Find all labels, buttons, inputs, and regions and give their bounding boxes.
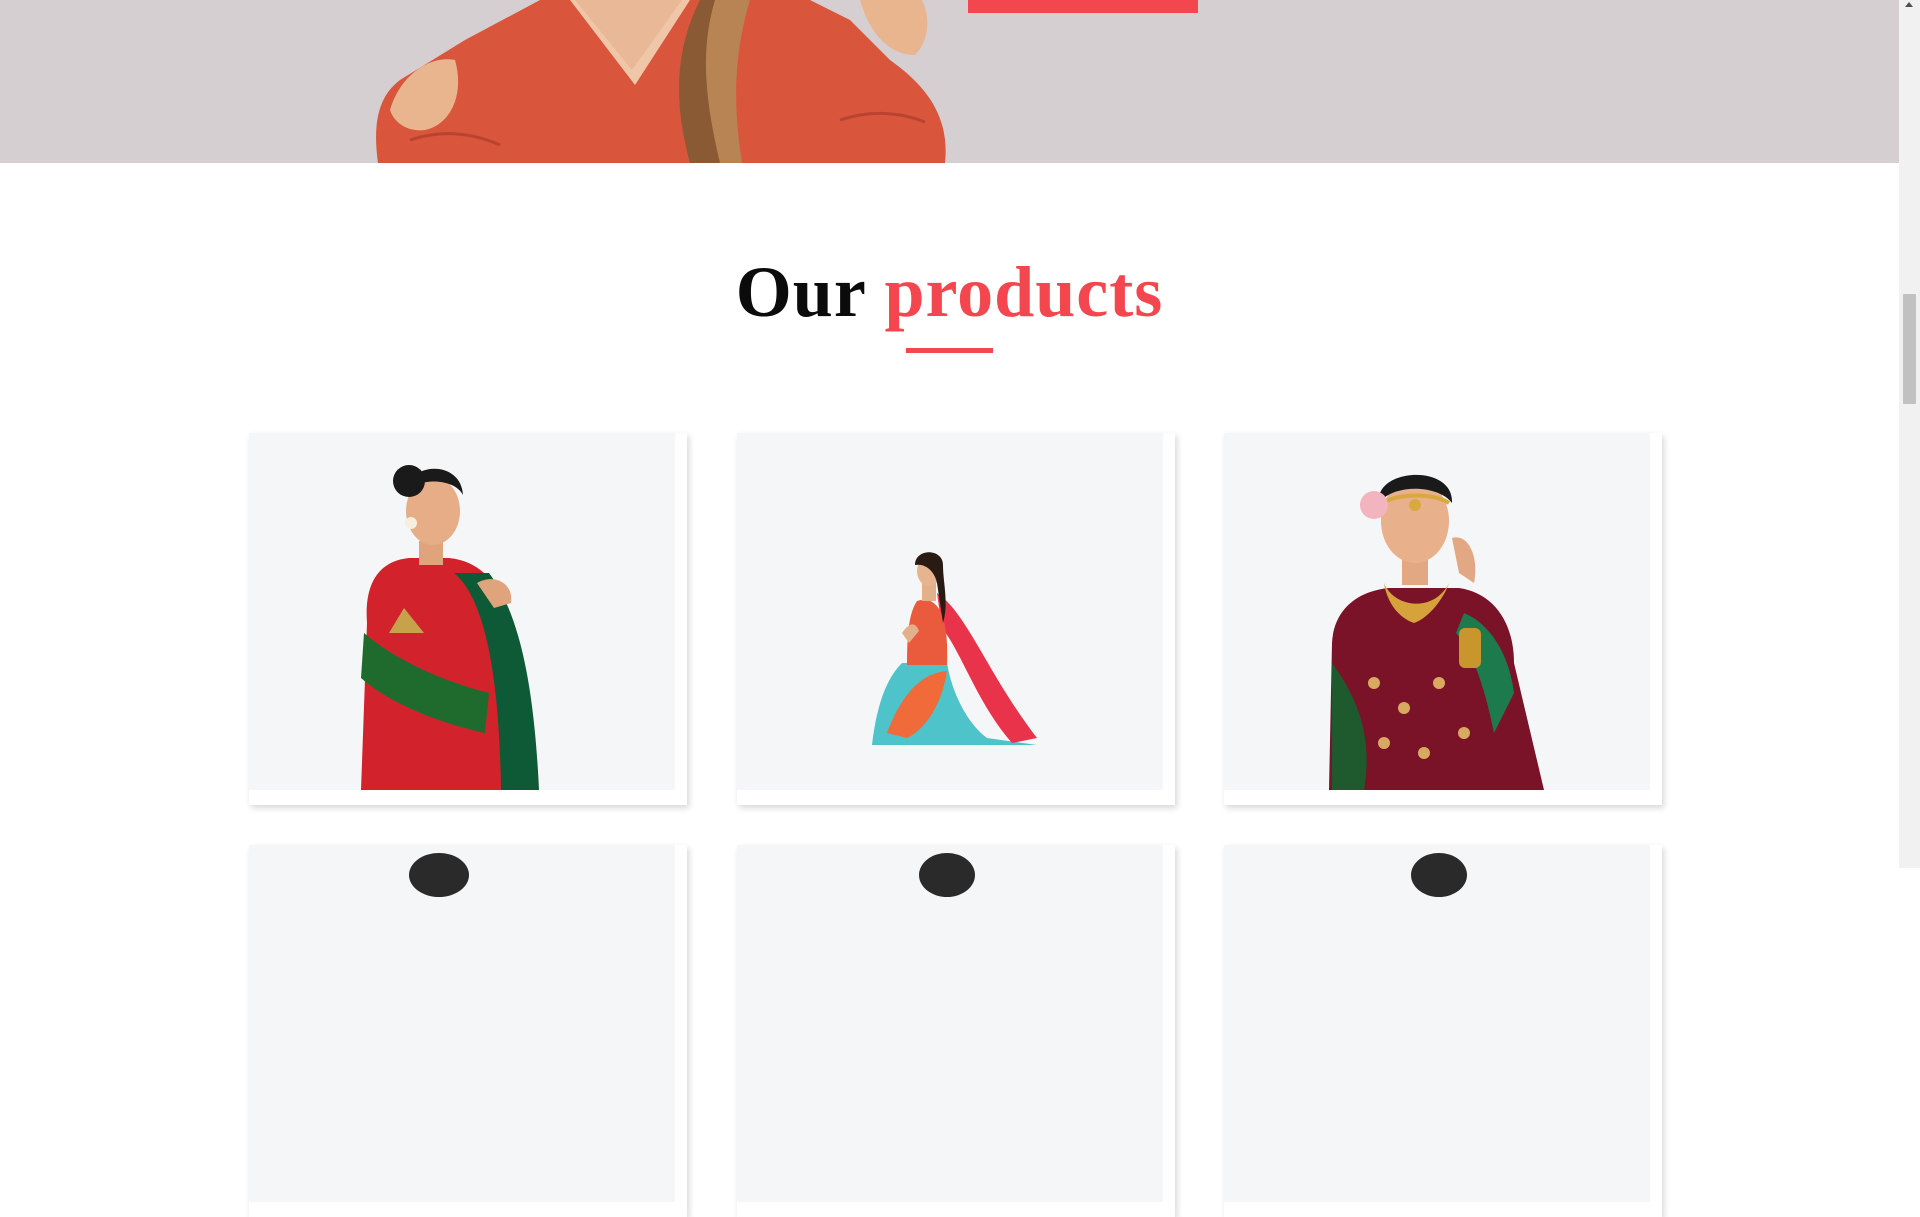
product-card-5[interactable]	[737, 845, 1175, 1217]
section-title: Our products	[0, 250, 1899, 334]
product-card-1[interactable]	[249, 433, 687, 805]
product-image-5	[737, 845, 1163, 1202]
product-card-6[interactable]	[1224, 845, 1662, 1217]
product-photo	[919, 853, 975, 897]
product-image-2	[737, 433, 1163, 790]
product-card-2[interactable]	[737, 433, 1175, 805]
saree-model-image	[872, 552, 1037, 745]
product-image-1	[249, 433, 675, 790]
product-image-4	[249, 845, 675, 1202]
bridal-model-image	[1329, 474, 1544, 790]
product-image-6	[1224, 845, 1650, 1202]
section-title-accent: products	[884, 252, 1164, 332]
product-card-3[interactable]	[1224, 433, 1662, 805]
product-image-3	[1224, 433, 1650, 790]
scroll-up-arrow-icon[interactable]	[1905, 2, 1913, 7]
product-photo	[1411, 853, 1467, 897]
hero-banner	[0, 0, 1899, 163]
scroll-thumb[interactable]	[1903, 294, 1916, 404]
section-title-dark: Our	[735, 252, 866, 332]
hero-cta-button[interactable]	[968, 0, 1198, 13]
title-underline	[906, 348, 993, 353]
product-photo	[409, 853, 469, 897]
vertical-scrollbar[interactable]	[1899, 0, 1920, 868]
product-card-4[interactable]	[249, 845, 687, 1217]
hero-model-image	[376, 0, 946, 163]
saree-model-image	[361, 465, 539, 790]
